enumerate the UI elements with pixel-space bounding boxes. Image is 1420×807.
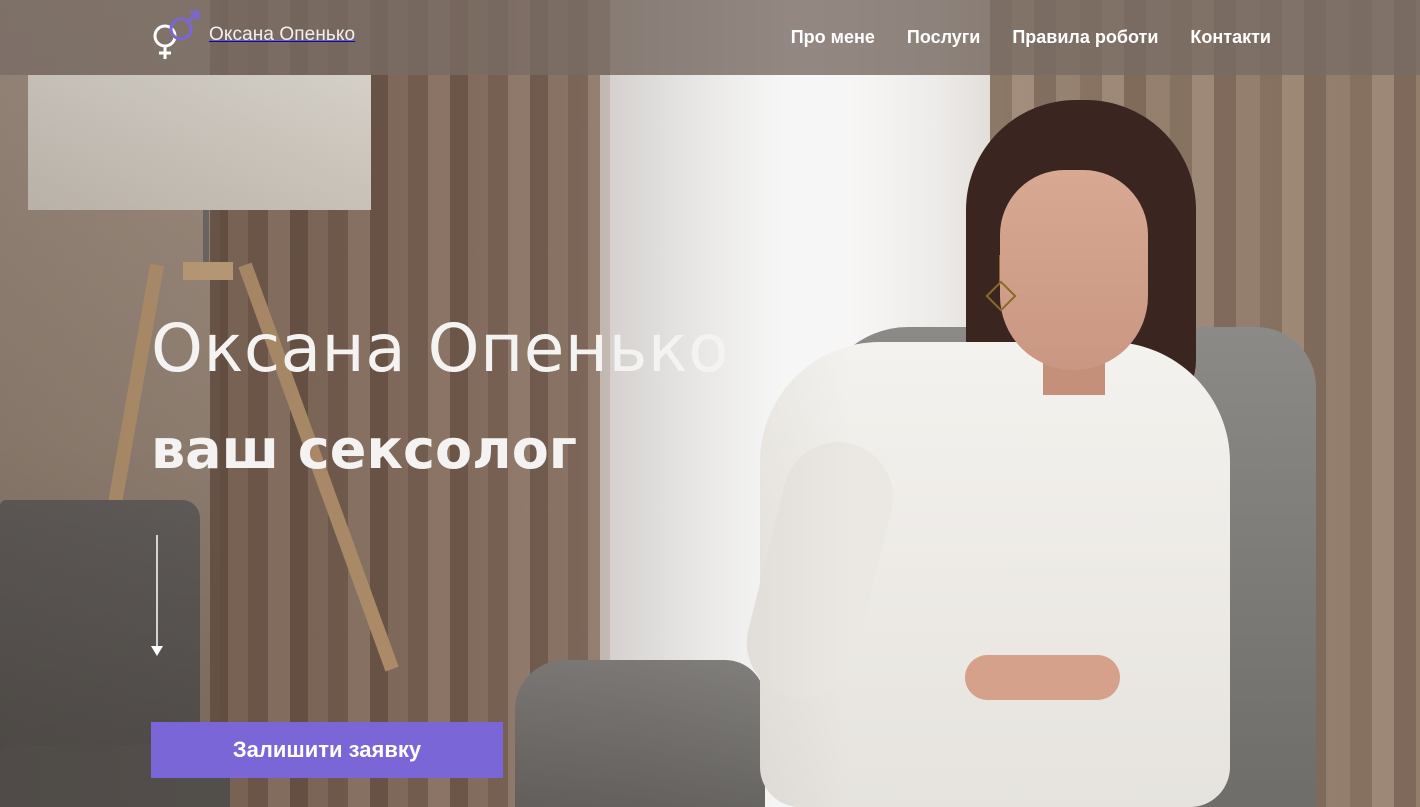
top-navbar: Оксана Опенько Про мене Послуги Правила … (0, 0, 1420, 75)
arrow-down-icon[interactable] (150, 535, 164, 657)
hero-title: Оксана Опенько (151, 310, 730, 387)
main-nav: Про мене Послуги Правила роботи Контакти (791, 0, 1271, 75)
logo[interactable]: Оксана Опенько (151, 10, 355, 60)
hero-subtitle: ваш сексолог (151, 418, 578, 481)
submit-request-button[interactable]: Залишити заявку (151, 722, 503, 778)
nav-link-about[interactable]: Про мене (791, 27, 875, 48)
hero-section: Оксана Опенько Про мене Послуги Правила … (0, 0, 1420, 807)
logo-text: Оксана Опенько (209, 24, 356, 45)
nav-link-contacts[interactable]: Контакти (1190, 27, 1271, 48)
nav-link-rules[interactable]: Правила роботи (1012, 27, 1158, 48)
gender-symbols-icon (153, 10, 200, 59)
hero-overlay (0, 0, 1420, 807)
nav-link-services[interactable]: Послуги (907, 27, 980, 48)
